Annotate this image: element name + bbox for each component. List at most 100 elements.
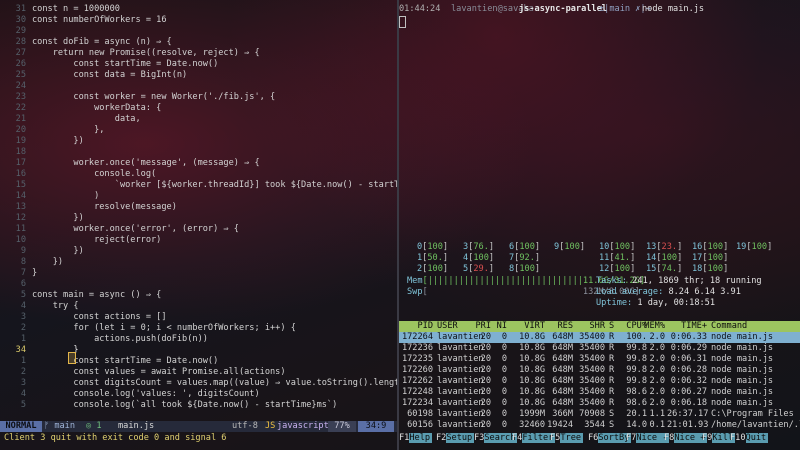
code-line[interactable]: 16 console.log( (0, 169, 397, 180)
code-line[interactable]: 17 worker.once('message', (message) ⇒ { (0, 158, 397, 169)
cpu-value: 100 (519, 242, 535, 252)
fkey-setup-button[interactable]: F2Setup (436, 433, 475, 444)
line-number: 21 (15, 114, 26, 124)
fkey-nice-button[interactable]: F8Nice + (664, 433, 708, 444)
htop-pane[interactable]: 0[100] 3[76.] 6[100] 9[100] 10[100] 13[23.] 16… (399, 222, 800, 450)
code-line[interactable]: 20 }, (0, 125, 397, 136)
line-number: 30 (15, 15, 26, 25)
code-line[interactable]: 8 }) (0, 257, 397, 268)
code-line[interactable]: 5 console.log(`all took ${Date.now() - s… (0, 400, 397, 411)
fkey-help-button[interactable]: F1Help (399, 433, 433, 444)
code-line[interactable]: 24 (0, 81, 397, 92)
load-value: 8.24 6.14 3.91 (668, 287, 741, 297)
cpu-value: 100 (614, 264, 631, 274)
fkey-search-button[interactable]: F3Search (474, 433, 518, 444)
header-col-shr[interactable]: SHR (565, 321, 605, 332)
fkey-key: F2 (436, 433, 447, 443)
code-line[interactable]: 2 for (let i = 0; i < numberOfWorkers; i… (0, 323, 397, 334)
cpu-bracket-close: ] (534, 253, 541, 263)
process-row[interactable]: 172264 lavantien 20 0 10.8G 648M 35400 R 100. 2.0… (399, 332, 800, 343)
code-line[interactable]: 19 }) (0, 136, 397, 147)
line-number: 26 (15, 59, 26, 69)
code-line[interactable]: 12 }) (0, 213, 397, 224)
header-col-pid[interactable]: PID (399, 321, 433, 332)
process-row[interactable]: 172248 lavantien 20 0 10.8G 648M 35400 R 98.6 2.0… (399, 387, 800, 398)
process-row[interactable]: 172260 lavantien 20 0 10.8G 648M 35400 R 99.8 2.0… (399, 365, 800, 376)
code-line[interactable]: 21 data, (0, 114, 397, 125)
cpu-value: 100 (661, 253, 678, 263)
code-line[interactable]: 1 actions.push(doFib(n)) (0, 334, 397, 345)
col-command: node main.js (711, 332, 774, 342)
code-line[interactable]: 26 const startTime = Date.now() (0, 59, 397, 70)
code-line[interactable]: 27 return new Promise((resolve, reject) … (0, 48, 397, 59)
editor-pane[interactable]: 31 const n = 1000000 30 const numberOfWorke… (0, 0, 397, 421)
header-col-command[interactable]: Command (711, 321, 747, 332)
process-row[interactable]: 172235 lavantien 20 0 10.8G 648M 35400 R 99.8 2.0… (399, 354, 800, 365)
line-number: 18 (15, 147, 26, 157)
code-line[interactable]: 31 const n = 1000000 (0, 4, 397, 15)
process-row[interactable]: 172234 lavantien 20 0 10.8G 648M 35400 R 98.6 2.0… (399, 398, 800, 409)
code-line[interactable]: 14 ) (0, 191, 397, 202)
cpu-value: 100 (751, 242, 768, 252)
cpu-meter: 7[92.] (509, 253, 540, 264)
header-col-mem[interactable]: MEM% (625, 321, 665, 332)
header-col-time[interactable]: TIME+ (667, 321, 707, 332)
cpu-meter: 6[100] (509, 242, 540, 253)
col-time: 26:37.17 (667, 409, 709, 419)
col-mem: 1.1 (649, 409, 665, 419)
cpu-meter: 14[100] (646, 253, 682, 264)
code-line[interactable]: 10 reject(error) (0, 235, 397, 246)
line-text: const numberOfWorkers = 16 (32, 15, 167, 25)
fkey-nice-button[interactable]: F7Nice - (626, 433, 670, 444)
code-line[interactable]: 13 resolve(message) (0, 202, 397, 213)
code-line[interactable]: 3 const actions = [] (0, 312, 397, 323)
line-number: 25 (15, 70, 26, 80)
tasks-label: Tasks: (596, 276, 628, 286)
cpu-bracket-close: ] (723, 264, 729, 274)
fkey-filter-button[interactable]: F4Filter (512, 433, 556, 444)
code-line[interactable]: 28 const doFib = async (n) ⇒ { (0, 37, 397, 48)
fkey-label: Help (409, 433, 433, 443)
line-text: const digitsCount = values.map((value) ⇒… (32, 378, 397, 388)
code-line[interactable]: 11 worker.once('error', (error) ⇒ { (0, 224, 397, 235)
code-line[interactable]: 22 workerData: { (0, 103, 397, 114)
code-line[interactable]: 23 const worker = new Worker('./fib.js',… (0, 92, 397, 103)
process-row[interactable]: 60156 lavantien 20 0 32460 19424 3544 S 14.0 0.1 2… (399, 420, 800, 431)
code-line[interactable]: 34 } (0, 345, 397, 356)
file-encoding: utf-8 (232, 421, 258, 431)
terminal-pane[interactable]: 01:44:24 lavantien@savaka js-async-paral… (399, 0, 800, 222)
fkey-quit-button[interactable]: F10Quit (730, 433, 769, 444)
process-row[interactable]: 172262 lavantien 20 0 10.8G 648M 35400 R 99.8 2.0… (399, 376, 800, 387)
code-line[interactable]: 2 const values = await Promise.all(actio… (0, 367, 397, 378)
cpu-bracket-close: ] (442, 242, 449, 252)
code-line[interactable]: 29 (0, 26, 397, 37)
cpu-value: 50. (427, 253, 443, 263)
code-line[interactable]: 15 `worker [${worker.threadId}] took ${D… (0, 180, 397, 191)
col-time: 0:06.32 (670, 376, 707, 386)
col-nice: 0 (501, 365, 507, 375)
command-line[interactable]: Client 3 quit with exit code 0 and signa… (4, 433, 396, 444)
code-line[interactable]: 5 const main = async () ⇒ { (0, 290, 397, 301)
cpu-meter: 15[74.] (646, 264, 682, 275)
fkey-sortby-button[interactable]: F6SortBy (588, 433, 632, 444)
code-line[interactable]: 1 const startTime = Date.now() (0, 356, 397, 367)
process-table-header[interactable]: PID USER PRI NI VIRT RES SHR S CPU% MEM% TIME+ Comm… (399, 321, 800, 332)
process-row[interactable]: 172236 lavantien 20 0 10.8G 648M 35400 R 99.8 2.0… (399, 343, 800, 354)
line-number: 5 (20, 290, 26, 300)
code-line[interactable]: 9 }) (0, 246, 397, 257)
code-line[interactable]: 4 try { (0, 301, 397, 312)
cpu-value: 100 (473, 253, 489, 263)
cpu-number: 19 (736, 242, 747, 252)
code-line[interactable]: 18 (0, 147, 397, 158)
process-row[interactable]: 60198 lavantien 20 0 1999M 366M 70908 S 20.1 1.1 2… (399, 409, 800, 420)
code-line[interactable]: 6 (0, 279, 397, 290)
code-line[interactable]: 25 const data = BigInt(n) (0, 70, 397, 81)
fkey-tree-button[interactable]: F5Tree (550, 433, 584, 444)
code-line[interactable]: 30 const numberOfWorkers = 16 (0, 15, 397, 26)
code-line[interactable]: 3 const digitsCount = values.map((value)… (0, 378, 397, 389)
line-text: data, (32, 114, 141, 124)
code-line[interactable]: 7} (0, 268, 397, 279)
code-line[interactable]: 4 console.log('values: ', digitsCount) (0, 389, 397, 400)
header-col-nice[interactable]: NI (467, 321, 507, 332)
vim-mode: NORMAL (0, 421, 42, 432)
